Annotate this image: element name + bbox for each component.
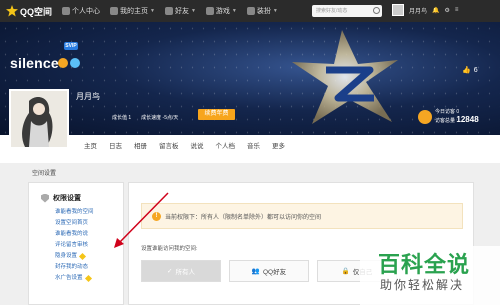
- star-logo-icon: [6, 5, 18, 17]
- vip-heart-icon: [84, 274, 92, 283]
- permission-label: 设置谁能访问我的空间:: [141, 246, 198, 252]
- tab-more[interactable]: 更多: [272, 140, 285, 150]
- tab-home[interactable]: 主页: [84, 140, 97, 150]
- bell-icon[interactable]: 🔔: [432, 7, 439, 14]
- watermark-title: 百科全说: [378, 252, 471, 277]
- top-navigation-bar: QQ空间 个人中心 我的主页 ▼ 好友 ▼ 游戏 ▼ 装扮 ▼ 搜索好友/动态 月月鸟 …: [0, 0, 500, 22]
- permission-menu: 谁能看我的空间 设置空间首页 谁能看我的说 评论留言审核 隐身设置 封存我的动态…: [55, 207, 123, 284]
- option-everyone[interactable]: ✓ 所有人: [141, 260, 221, 282]
- permission-options: ✓所有人 👥QQ好友 🔒仅自己: [141, 260, 397, 282]
- chevron-down-icon: ▼: [190, 8, 196, 14]
- sidebar-item-invisible[interactable]: 隐身设置: [55, 251, 123, 262]
- growth-stats: 成长值 1 成长速度 -5点/天: [112, 114, 178, 121]
- home-icon: [110, 7, 119, 15]
- option-qq-friends[interactable]: 👥 QQ好友: [229, 260, 309, 282]
- permission-settings-header: 权限设置: [41, 193, 123, 203]
- avatar[interactable]: [392, 4, 404, 16]
- breadcrumb: 空间设置: [32, 171, 57, 177]
- brand-label: QQ空间: [20, 6, 53, 17]
- nav-friends[interactable]: 好友 ▼: [164, 6, 196, 16]
- decorate-icon: [246, 7, 255, 15]
- vip-heart-icon: [78, 252, 87, 261]
- chevron-down-icon: ▼: [231, 8, 237, 14]
- space-tabs: 主页 日志 相册 留言板 说说 个人档 音乐 更多: [84, 140, 285, 150]
- user-icon: [62, 7, 71, 15]
- permission-notice: ! 当前权限下：所有人（限制名单除外）都可以访问你的空间: [141, 203, 463, 229]
- visitor-stats[interactable]: 今日访客 0 访客总量 12848: [418, 108, 479, 125]
- eye-icon: [418, 109, 432, 124]
- avatar-image: [11, 91, 67, 147]
- lock-icon: 🔒: [341, 268, 350, 275]
- sidebar-item-homepage[interactable]: 设置空间首页: [55, 218, 123, 229]
- topbar-user-area: 月月鸟 🔔 ⚙ ≡: [392, 4, 458, 16]
- diamond-icon[interactable]: [70, 58, 80, 68]
- tab-profile[interactable]: 个人档: [216, 140, 236, 150]
- topbar-username[interactable]: 月月鸟: [409, 6, 427, 15]
- tab-message-board[interactable]: 留言板: [159, 140, 179, 150]
- tab-album[interactable]: 相册: [134, 140, 147, 150]
- sidebar-item-who-can-see[interactable]: 谁能看我的说: [55, 229, 123, 240]
- nav-games[interactable]: 游戏 ▼: [205, 6, 237, 16]
- sidebar-item-archive-feed[interactable]: 封存我的动态: [55, 262, 123, 273]
- renew-annual-button[interactable]: 续费年费: [198, 109, 235, 120]
- check-icon: ✓: [167, 268, 173, 275]
- total-visitors: 12848: [456, 115, 479, 124]
- svip-badge: SVIP: [64, 42, 78, 50]
- nav-my-homepage[interactable]: 我的主页 ▼: [110, 6, 155, 16]
- vip-icon[interactable]: [58, 58, 68, 68]
- thumbs-up-icon: 👍: [462, 67, 471, 74]
- profile-avatar[interactable]: [9, 89, 69, 149]
- settings-icon[interactable]: ⚙: [445, 7, 450, 14]
- profile-name: 月月鸟: [76, 92, 100, 101]
- sidebar-item-who-can-view[interactable]: 谁能看我的空间: [55, 207, 123, 218]
- search-input[interactable]: 搜索好友/动态: [312, 5, 382, 17]
- settings-sidebar: 权限设置 谁能看我的空间 设置空间首页 谁能看我的说 评论留言审核 隐身设置 封…: [28, 182, 124, 305]
- game-icon: [205, 7, 214, 15]
- space-title: silence: [10, 55, 59, 71]
- like-button[interactable]: 👍 6: [462, 66, 478, 75]
- growth-speed: 成长速度 -5点/天: [141, 115, 179, 121]
- nav-decorate[interactable]: 装扮 ▼: [246, 6, 278, 16]
- shield-icon: [41, 193, 49, 203]
- tab-music[interactable]: 音乐: [247, 140, 260, 150]
- menu-icon[interactable]: ≡: [455, 7, 459, 13]
- chevron-down-icon: ▼: [150, 8, 155, 14]
- title-badges: [58, 58, 80, 68]
- search-icon[interactable]: [373, 7, 380, 14]
- tab-moments[interactable]: 说说: [191, 140, 204, 150]
- friends-icon: [164, 7, 173, 15]
- chevron-down-icon: ▼: [272, 8, 278, 14]
- qzone-logo[interactable]: QQ空间: [6, 5, 52, 18]
- sidebar-item-ad-settings[interactable]: 水广告设置: [55, 273, 123, 284]
- nav-personal-center[interactable]: 个人中心: [62, 6, 100, 16]
- friends-icon: 👥: [251, 268, 260, 275]
- watermark-subtitle: 助你轻松解决: [380, 278, 465, 292]
- growth-value: 成长值 1: [112, 115, 132, 121]
- warning-icon: !: [152, 211, 161, 221]
- tab-blog[interactable]: 日志: [109, 140, 122, 150]
- sidebar-item-comment-review[interactable]: 评论留言审核: [55, 240, 123, 251]
